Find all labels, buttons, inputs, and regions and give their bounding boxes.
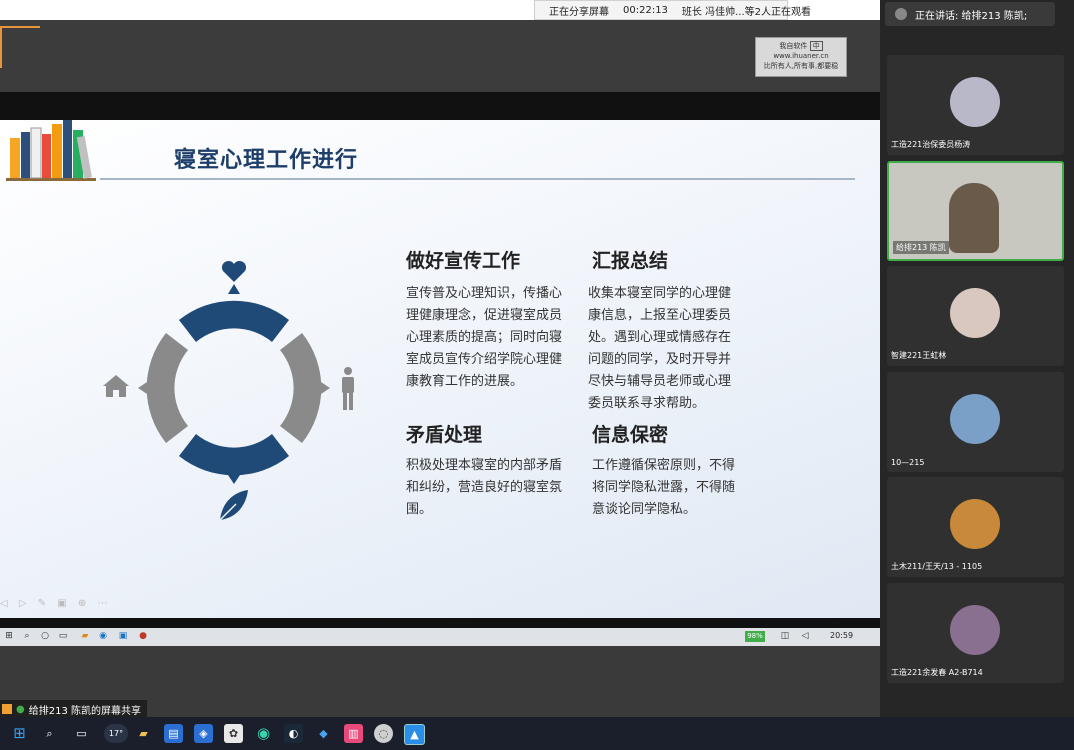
watermark-logo: 我自软件 中 www.ihuaner.cn 比所有人,所有事,都要稳 [755,37,847,77]
cycle-diagram [138,284,330,484]
slide-title: 寝室心理工作进行 [174,148,359,173]
participant-name: 工造221治保委员杨涛 [891,140,971,149]
leaf-icon [219,490,248,521]
inner-clock: 20:59 [830,631,854,640]
search-icon[interactable]: ⌕ [40,724,59,743]
participant-name: 10—215 [891,458,925,467]
section-title-report: 汇报总结 [592,250,669,272]
participant-tile[interactable]: 工造221余发春 A2-B714 [887,583,1064,683]
logo-text: 我自软件 [779,42,808,50]
search-icon: ⌕ [24,631,30,641]
participant-name: 工造221余发春 A2-B714 [891,668,983,677]
slide-bottom-border [0,618,880,628]
shared-taskbar: ⊞ ⌕ ○ ▭ ▰ ◉ ▣ ● 98% ◫ ◁ 20:59 [0,628,880,646]
screen-share-label: ● 给排213 陈凯的屏幕共享 [0,700,147,718]
participant-name: 智建221王虹林 [891,351,947,360]
app-icon[interactable]: ◌ [374,724,393,743]
share-status-bar[interactable]: 正在分享屏幕 00:22:13 班长 冯佳帅...等2人正在观看 [534,0,811,20]
section-title-publicity: 做好宣传工作 [406,250,521,272]
steam-icon[interactable]: ◐ [284,724,303,743]
speaking-indicator: 正在讲话: 给排213 陈凯; [885,2,1055,26]
taskview-icon[interactable]: ▭ [72,724,91,743]
heart-icon [221,260,247,282]
participant-name: 土木211/王天/13 - 1105 [891,562,983,571]
presentation-top [0,20,880,92]
participant-name: 给排213 陈凯 [893,241,949,254]
qq-icon[interactable]: ◆ [314,724,333,743]
user-icon [2,704,12,714]
section-body-privacy: 工作遵循保密原则，不得将同学隐私泄露，不得随意谈论同学隐私。 [592,458,736,517]
participant-tile[interactable]: 10—215 [887,372,1064,472]
weather-widget[interactable]: 17° [104,724,128,743]
logo-url: www.ihuaner.cn [773,52,829,60]
baidu-icon[interactable]: ✿ [224,724,243,743]
windows-taskbar: ⊞ ⌕ ▭ 17° ▰ ▤ ◈ ✿ ◉ ◐ ◆ ▥ ◌ ▲ [0,717,1074,750]
title-divider [100,178,855,180]
taskview-icon: ▭ [58,631,68,641]
shield-icon[interactable]: ◈ [194,724,213,743]
tencent-meeting-icon[interactable]: ▲ [404,724,425,745]
share-label-text: 给排213 陈凯的屏幕共享 [28,705,141,717]
app-icon: ▣ [118,631,128,641]
section-title-conflict: 矛盾处理 [406,424,483,446]
section-title-privacy: 信息保密 [592,424,669,446]
ppt-icon: ● [139,631,147,641]
windows-icon: ⊞ [5,631,13,641]
section-body-report: 收集本寝室同学的心理健康信息，上报至心理委员处。遇到心理或情感存在问题的同学，及… [588,286,732,411]
volume-icon: ◁ [801,631,809,641]
folder-icon: ▰ [81,631,89,641]
edge-icon: ◉ [99,631,107,641]
home-icon [103,375,129,397]
slide-nav-controls[interactable]: ◁ ▷ ✎ ▣ ⊕ ⋯ [0,598,111,609]
section-body-publicity: 宣传普及心理知识，传播心理健康理念，促进寝室成员心理素质的提高；同时向寝室成员宣… [406,286,563,389]
share-status: 正在分享屏幕 [549,6,609,18]
cortana-icon: ○ [41,631,49,641]
file-explorer-icon[interactable]: ▰ [134,724,153,743]
participant-tile[interactable]: 工造221治保委员杨涛 [887,55,1064,155]
video-feed [949,183,999,253]
battery-indicator: 98% [745,631,765,642]
person-icon [342,367,354,410]
books-icon [6,120,96,181]
edge-icon[interactable]: ◉ [254,724,273,743]
app-icon[interactable]: ▤ [164,724,183,743]
participant-tile[interactable]: 土木211/王天/13 - 1105 [887,477,1064,577]
slide: 寝室心理工作进行 做好宣传工作 宣传普及心理知识，传播心理健康理念，促进寝室成员… [0,120,880,618]
speaking-text: 正在讲话: 给排213 陈凯; [915,10,1028,22]
slide-top-border [0,92,880,120]
avatar [950,394,1000,444]
network-icon: ◫ [780,631,790,641]
windows-start-icon[interactable]: ⊞ [10,724,29,743]
share-timer: 00:22:13 [623,4,668,16]
logo-badge: 中 [809,41,823,51]
avatar [950,77,1000,127]
mic-icon: ● [16,703,25,715]
speaker-avatar [895,8,907,20]
avatar [950,288,1000,338]
avatar [950,605,1000,655]
weather-text: 17° [108,729,124,738]
corner-decoration [0,26,40,68]
bilibili-icon[interactable]: ▥ [344,724,363,743]
participant-tile-active[interactable]: 给排213 陈凯 [887,161,1064,261]
logo-slogan: 比所有人,所有事,都要稳 [763,62,839,70]
section-body-conflict: 积极处理本寝室的内部矛盾和纠纷，营造良好的寝室氛围。 [406,458,563,517]
viewers-text[interactable]: 班长 冯佳帅...等2人正在观看 [682,3,811,18]
avatar [950,499,1000,549]
participant-tile[interactable]: 智建221王虹林 [887,266,1064,366]
